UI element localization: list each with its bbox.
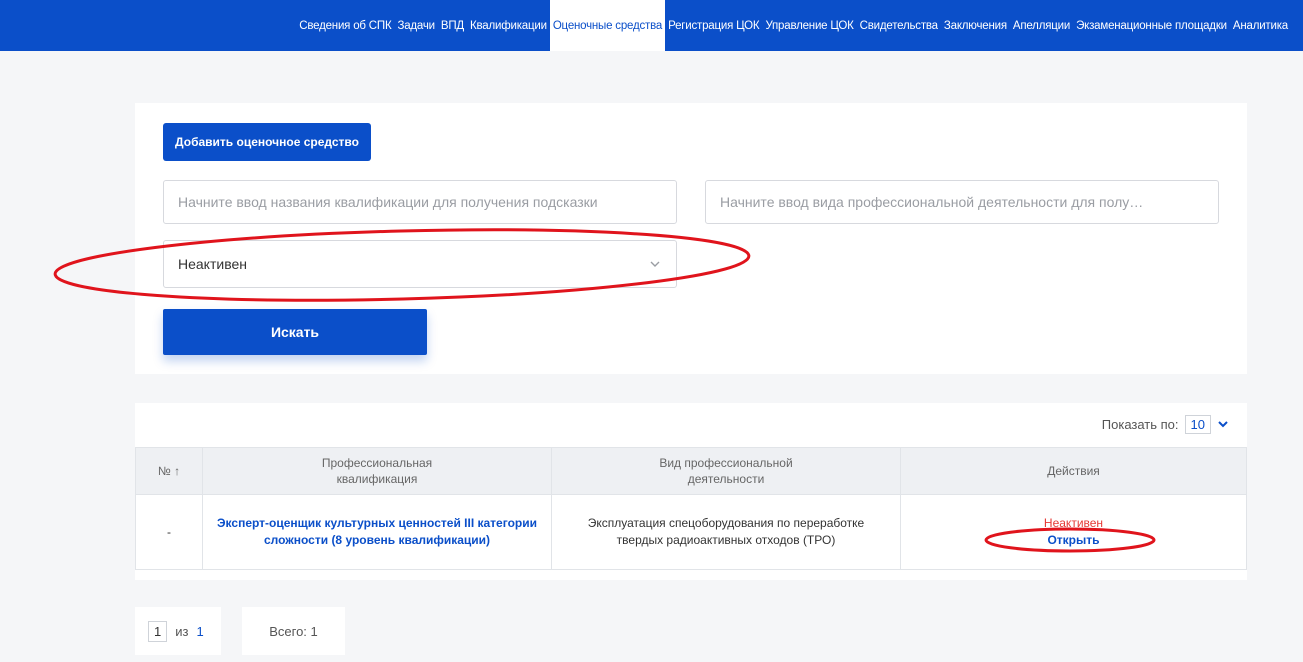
- row-number: -: [135, 494, 203, 570]
- column-actions-header: Действия: [900, 447, 1247, 495]
- column-qualification-header: Профессиональная квалификация: [202, 447, 552, 495]
- top-navigation: Сведения об СПК Задачи ВПД Квалификации …: [0, 0, 1303, 51]
- nav-item-tasks[interactable]: Задачи: [394, 0, 437, 51]
- current-page-input[interactable]: 1: [148, 620, 168, 642]
- nav-item-qualifications[interactable]: Квалификации: [467, 0, 550, 51]
- total-count: Всего: 1: [242, 607, 345, 655]
- table-row: - Эксперт-оценщик культурных ценностей I…: [135, 494, 1247, 570]
- nav-item-assessment-tools[interactable]: Оценочные средства: [549, 0, 666, 51]
- chevron-down-icon: [650, 261, 660, 267]
- row-qualification: Эксперт-оценщик культурных ценностей III…: [202, 494, 552, 570]
- pagination: 1 из 1: [135, 607, 221, 655]
- column-qualification-header-line2: квалификация: [336, 472, 418, 486]
- column-number-header[interactable]: № ↑: [135, 447, 203, 495]
- qualification-link[interactable]: Эксперт-оценщик культурных ценностей III…: [217, 516, 537, 547]
- results-panel: Показать по: 10 № ↑ Профессиональная ква…: [135, 403, 1247, 580]
- column-vpd-header-line1: Вид профессиональной: [659, 456, 793, 470]
- qualification-link-line1: Эксперт-оценщик культурных ценностей III…: [217, 516, 537, 530]
- nav-item-cok-registration[interactable]: Регистрация ЦОК: [665, 0, 762, 51]
- nav-item-spk-info[interactable]: Сведения об СПК: [296, 0, 394, 51]
- chevron-down-icon[interactable]: [1217, 418, 1229, 430]
- nav-item-analytics[interactable]: Аналитика: [1230, 0, 1291, 51]
- nav-item-conclusions[interactable]: Заключения: [941, 0, 1010, 51]
- status-badge: Неактивен: [1043, 516, 1104, 530]
- status-select-value: Неактивен: [178, 256, 247, 272]
- filter-panel: Добавить оценочное средство Начните ввод…: [135, 103, 1247, 374]
- row-vpd-line1: Эксплуатация спецоборудования по перераб…: [587, 516, 865, 530]
- column-vpd-header: Вид профессиональной деятельности: [551, 447, 901, 495]
- column-qualification-header-line1: Профессиональная: [321, 456, 433, 470]
- nav-item-vpd[interactable]: ВПД: [438, 0, 467, 51]
- page-size-select[interactable]: 10: [1184, 414, 1211, 434]
- row-actions: Неактивен Открыть: [900, 494, 1247, 570]
- qualification-link-line2: сложности (8 уровень квалификации): [263, 533, 491, 547]
- open-link[interactable]: Открыть: [1047, 532, 1099, 549]
- row-vpd-line2: твердых радиоактивных отходов (ТРО): [616, 533, 836, 547]
- page-size-control: Показать по: 10: [1102, 413, 1229, 435]
- nav-item-exam-sites[interactable]: Экзаменационные площадки: [1073, 0, 1230, 51]
- page-size-label: Показать по:: [1101, 416, 1179, 432]
- vpd-search-input[interactable]: Начните ввод вида профессиональной деяте…: [705, 180, 1219, 224]
- total-pages-link[interactable]: 1: [196, 624, 203, 639]
- nav-menu: Сведения об СПК Задачи ВПД Квалификации …: [296, 0, 1291, 51]
- results-table: № ↑ Профессиональная квалификация Вид пр…: [135, 447, 1247, 570]
- qualification-search-input[interactable]: Начните ввод названия квалификации для п…: [163, 180, 677, 224]
- pagination-of-label: из: [175, 623, 189, 639]
- status-select[interactable]: Неактивен: [163, 240, 677, 288]
- add-assessment-tool-button[interactable]: Добавить оценочное средство: [163, 123, 371, 161]
- nav-item-certificates[interactable]: Свидетельства: [857, 0, 941, 51]
- nav-item-cok-management[interactable]: Управление ЦОК: [762, 0, 856, 51]
- column-vpd-header-line2: деятельности: [687, 472, 765, 486]
- search-button[interactable]: Искать: [163, 309, 427, 355]
- row-vpd: Эксплуатация спецоборудования по перераб…: [551, 494, 901, 570]
- nav-item-appeals[interactable]: Апелляции: [1010, 0, 1073, 51]
- table-header-row: № ↑ Профессиональная квалификация Вид пр…: [135, 447, 1247, 495]
